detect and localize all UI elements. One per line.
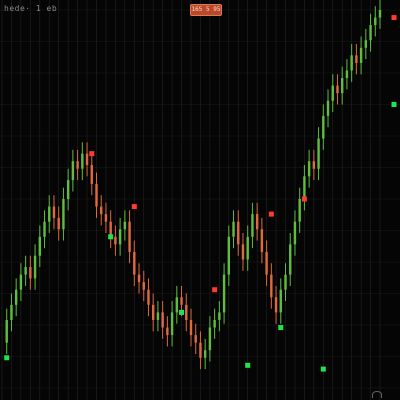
candle-body [289, 244, 292, 275]
sell-signal-marker [268, 211, 274, 217]
candle-body [326, 100, 330, 116]
candle-body [175, 297, 179, 313]
price-badge: 165 5 95 [190, 4, 222, 16]
sell-signal-marker [391, 15, 397, 21]
candle-body [270, 274, 273, 298]
candle-body [222, 274, 226, 313]
candle-body [341, 78, 344, 94]
candle-body [123, 221, 127, 230]
candle-body [66, 180, 70, 199]
candle-body [279, 289, 282, 313]
candle-body [170, 312, 174, 336]
candle-body [19, 274, 23, 290]
candle-body [317, 138, 320, 169]
candle-body [71, 161, 75, 181]
candle-body [166, 327, 169, 336]
candle-body [298, 199, 301, 222]
symbol-label: hede· 1 eb [4, 4, 58, 13]
candle-body [33, 255, 37, 279]
buy-signal-marker [278, 325, 284, 331]
chart-stage: hede· 1 eb 165 5 95 [0, 0, 400, 400]
candle-body [322, 115, 325, 139]
candle-body [137, 274, 141, 283]
candle-body [255, 214, 259, 230]
candle-body [307, 161, 311, 177]
candle-body [237, 221, 240, 245]
candle-body [303, 176, 306, 199]
candle-body [57, 217, 60, 230]
sync-icon[interactable] [372, 391, 382, 398]
candle-body [336, 85, 339, 94]
candle-body [199, 342, 202, 358]
candle-body [62, 199, 65, 230]
candle-body [265, 251, 268, 275]
candle-body [246, 236, 249, 260]
candle-body [227, 236, 230, 275]
candle-body [90, 164, 93, 184]
candle-body [152, 304, 155, 320]
candle-body [24, 267, 27, 275]
candle-body [147, 289, 150, 305]
sell-signal-marker [89, 151, 95, 157]
candle-body [293, 221, 297, 245]
candle-body [156, 312, 160, 320]
candle-body [180, 297, 183, 305]
sell-signal-marker [212, 287, 218, 293]
candle-body [218, 312, 221, 320]
candle-body [38, 236, 41, 256]
candle-body [232, 221, 235, 237]
candle-body [345, 70, 349, 79]
candle-body [213, 319, 216, 328]
sell-signal-marker [301, 196, 307, 202]
candle-body [312, 161, 316, 169]
candle-body [194, 335, 197, 343]
candle-body [350, 55, 353, 71]
candle-body [85, 153, 89, 165]
candle-body [274, 297, 278, 313]
candle-body [359, 47, 363, 63]
candle-body [100, 206, 103, 215]
buy-signal-marker [245, 362, 251, 368]
buy-signal-marker [4, 355, 10, 361]
candle-body [29, 267, 32, 279]
candle-body [52, 206, 56, 218]
candle-body [133, 251, 136, 275]
candle-body [189, 319, 193, 336]
candle-body [14, 289, 18, 305]
sell-signal-marker [131, 204, 137, 210]
candle-body [284, 274, 287, 290]
candle-body [114, 236, 117, 245]
candle-body [10, 304, 13, 320]
candle-body [260, 229, 264, 252]
candle-body [95, 183, 98, 207]
candle-body [118, 229, 122, 245]
candle-body [81, 153, 84, 169]
buy-signal-marker [108, 234, 114, 240]
candle-body [5, 319, 8, 343]
candle-body [208, 327, 212, 351]
candle-body [48, 206, 51, 222]
candle-body [104, 214, 108, 222]
buy-signal-marker [391, 102, 397, 107]
candle-body [142, 282, 145, 290]
candle-body [203, 350, 207, 358]
buy-signal-marker [179, 309, 185, 315]
candle-body [369, 25, 372, 41]
candle-body [76, 161, 79, 169]
candle-body [43, 221, 46, 237]
candle-body [241, 244, 245, 260]
candle-body [161, 312, 164, 328]
price-chart [0, 0, 400, 400]
candle-body [185, 304, 188, 320]
candle-body [251, 214, 254, 237]
candle-body [331, 85, 334, 101]
candle-body [128, 221, 131, 252]
candle-body [378, 10, 382, 18]
candle-body [355, 55, 358, 63]
candle-body [364, 40, 368, 48]
buy-signal-marker [320, 366, 326, 372]
candle-body [374, 17, 377, 26]
